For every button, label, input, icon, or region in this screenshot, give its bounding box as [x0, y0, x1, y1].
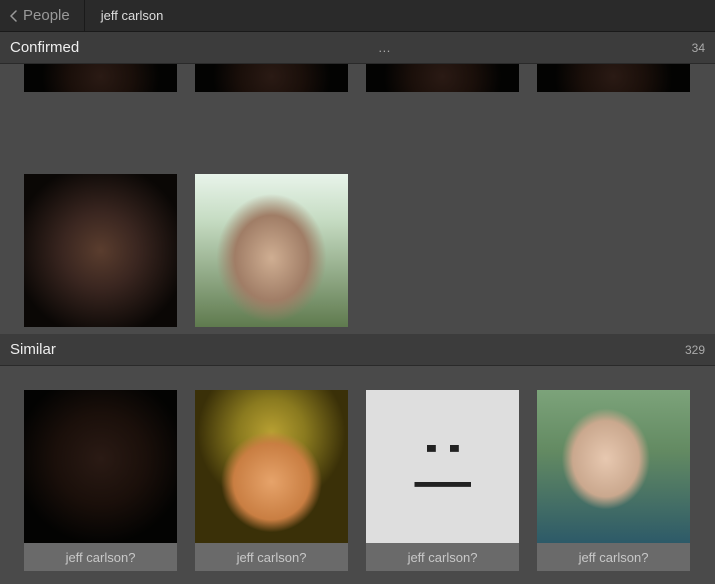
back-label: People: [23, 7, 70, 24]
similar-face-thumb[interactable]: [24, 390, 177, 543]
face-image: [195, 390, 348, 543]
similar-face-thumb[interactable]: [366, 390, 519, 543]
back-to-people-button[interactable]: People: [0, 0, 85, 31]
similar-section-header: Similar 329: [0, 334, 715, 366]
person-name-field[interactable]: jeff carlson: [85, 8, 180, 23]
confirmed-row-partial: [0, 64, 714, 92]
similar-title: Similar: [10, 341, 56, 358]
confirmed-section-header: Confirmed … 34: [0, 32, 715, 64]
face-image: [195, 174, 348, 327]
confirmed-grid: [0, 64, 715, 334]
similar-face-thumb[interactable]: [537, 390, 690, 543]
face-image: [24, 390, 177, 543]
face-image: [537, 390, 690, 543]
similar-face-cell: jeff carlson?: [537, 390, 690, 571]
face-image: [24, 64, 177, 92]
confirmed-face-thumb[interactable]: [195, 174, 348, 327]
face-image: [537, 64, 690, 92]
confirmed-title: Confirmed: [10, 39, 79, 56]
face-image: [366, 64, 519, 92]
similar-face-cell: jeff carlson?: [195, 390, 348, 571]
confirmed-count: 34: [692, 41, 705, 55]
confirmed-face-thumb[interactable]: [24, 174, 177, 327]
chevron-left-icon: [10, 10, 17, 22]
confirmed-face-thumb[interactable]: [366, 64, 519, 92]
confirmed-overflow-button[interactable]: …: [79, 40, 691, 55]
suggested-name-button[interactable]: jeff carlson?: [537, 543, 690, 571]
face-image: [366, 390, 519, 543]
similar-count: 329: [685, 343, 705, 357]
suggested-name-button[interactable]: jeff carlson?: [366, 543, 519, 571]
similar-face-thumb[interactable]: [195, 390, 348, 543]
similar-face-cell: jeff carlson?: [24, 390, 177, 571]
confirmed-row: [0, 174, 372, 327]
suggested-name-button[interactable]: jeff carlson?: [195, 543, 348, 571]
confirmed-face-thumb[interactable]: [24, 64, 177, 92]
suggested-name-button[interactable]: jeff carlson?: [24, 543, 177, 571]
face-image: [24, 174, 177, 327]
similar-face-cell: jeff carlson?: [366, 390, 519, 571]
header-bar: People jeff carlson: [0, 0, 715, 32]
confirmed-face-thumb[interactable]: [195, 64, 348, 92]
similar-grid: jeff carlson? jeff carlson? jeff carlson…: [0, 366, 715, 584]
confirmed-face-thumb[interactable]: [537, 64, 690, 92]
face-image: [195, 64, 348, 92]
similar-row: jeff carlson? jeff carlson? jeff carlson…: [24, 390, 691, 571]
